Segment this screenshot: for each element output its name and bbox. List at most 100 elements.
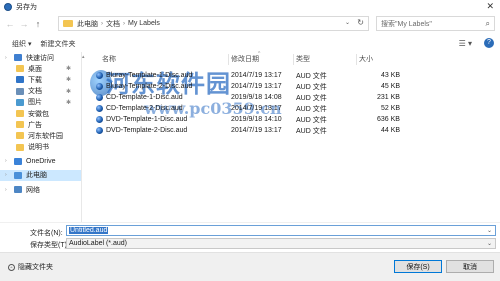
nav-item-folder[interactable]: 说明书 (0, 142, 81, 153)
nav-item-quick-access[interactable]: › 快速访问 (0, 52, 81, 63)
pin-icon[interactable]: ✱ (66, 88, 71, 95)
nav-item-label: 河东软件园 (28, 132, 63, 140)
column-header-type[interactable]: 类型 (296, 52, 358, 66)
window-title: 另存为 (16, 3, 37, 11)
filename-label: 文件名(N): (30, 230, 63, 237)
nav-item-label: 网络 (26, 186, 40, 194)
breadcrumb-item[interactable]: 此电脑 (77, 19, 98, 29)
column-header-label: 修改日期 (231, 56, 259, 63)
file-size: 52 KB (381, 105, 401, 112)
nav-item-network[interactable]: › 网络 (0, 184, 81, 195)
file-date: 2014/7/19 13:17 (231, 72, 282, 79)
table-row[interactable]: DVD-Template-2-Disc.aud 2014/7/19 13:17 … (96, 125, 406, 136)
file-size: 231 KB (377, 94, 400, 101)
nav-item-downloads[interactable]: 下载 ✱ (0, 74, 81, 85)
folder-icon (16, 121, 24, 129)
breadcrumb-item[interactable]: My Labels (128, 20, 160, 27)
nav-item-onedrive[interactable]: › OneDrive (0, 156, 81, 167)
network-icon (14, 186, 22, 194)
nav-item-folder[interactable]: 广告 (0, 119, 81, 130)
chevron-right-icon[interactable]: › (123, 21, 125, 27)
dialog-footer: ^ 隐藏文件夹 保存(S) 取消 (0, 252, 500, 281)
nav-item-folder[interactable]: 安徽包 (0, 108, 81, 119)
pin-icon[interactable]: ✱ (66, 76, 71, 83)
column-divider[interactable] (228, 54, 229, 65)
onedrive-icon (14, 157, 22, 165)
file-size: 45 KB (381, 83, 401, 90)
table-row[interactable]: CD-Template-1-Disc.aud 2019/9/18 14:08 A… (96, 92, 406, 103)
back-icon[interactable]: ← (3, 17, 17, 31)
organize-button[interactable]: 组织 ▾ (12, 39, 31, 49)
breadcrumb[interactable]: 此电脑 › 文档 › My Labels ⌄ ↻ (58, 16, 369, 31)
cancel-button[interactable]: 取消 (446, 260, 494, 273)
chevron-right-icon[interactable]: › (101, 21, 103, 27)
file-size: 44 KB (381, 127, 401, 134)
file-date: 2014/7/19 13:17 (231, 105, 282, 112)
aud-file-icon (96, 72, 103, 79)
nav-item-label: 广告 (28, 121, 42, 129)
nav-item-pictures[interactable]: 图片 ✱ (0, 97, 81, 108)
column-header-date[interactable]: 修改日期 (231, 52, 295, 66)
column-divider[interactable] (356, 54, 357, 65)
breadcrumb-item[interactable]: 文档 (106, 19, 120, 29)
pin-icon[interactable]: ✱ (66, 99, 71, 106)
column-header-size[interactable]: 大小 (359, 52, 399, 66)
column-header-name[interactable]: 名称 (102, 52, 230, 66)
nav-item-documents[interactable]: 文档 ✱ (0, 86, 81, 97)
column-header-label: 名称 (102, 56, 116, 63)
search-input[interactable]: 搜索"My Labels" ⌕ (376, 16, 495, 31)
chevron-down-icon[interactable]: ⌄ (345, 19, 350, 26)
scroll-up-icon[interactable]: ▴ (82, 54, 85, 60)
help-icon[interactable]: ? (484, 38, 494, 48)
view-options-icon[interactable]: ☰ ▾ (459, 39, 472, 48)
aud-file-icon (96, 83, 103, 90)
chevron-icon[interactable]: › (5, 55, 11, 61)
nav-item-folder[interactable]: 河东软件园 (0, 130, 81, 141)
filetype-select[interactable]: AudioLabel (*.aud) ⌄ (66, 238, 496, 249)
folder-icon (16, 110, 24, 118)
chevron-down-icon[interactable]: ⌄ (487, 227, 492, 234)
hide-folders-toggle[interactable]: ^ 隐藏文件夹 (8, 262, 53, 272)
forward-icon[interactable]: → (17, 17, 31, 31)
table-row[interactable]: Bluray-Template-1-Disc.aud 2014/7/19 13:… (96, 70, 406, 81)
chevron-icon[interactable]: › (5, 158, 11, 164)
nav-item-this-pc[interactable]: › 此电脑 (0, 169, 81, 182)
refresh-icon[interactable]: ↻ (357, 18, 364, 27)
title-bar: 另存为 ✕ (0, 0, 500, 13)
file-type: AUD 文件 (296, 94, 327, 102)
aud-file-icon (96, 105, 103, 112)
file-name: Bluray-Template-2-Disc.aud (106, 83, 193, 90)
search-icon[interactable]: ⌕ (486, 19, 490, 29)
pin-icon[interactable]: ✱ (66, 65, 71, 72)
folder-icon (16, 132, 24, 140)
up-icon[interactable]: ↑ (31, 17, 45, 31)
filename-input[interactable]: Untitled.aud ⌄ (66, 225, 496, 236)
column-header-label: 类型 (296, 56, 310, 63)
nav-item-label: 下载 (28, 76, 42, 84)
nav-item-desktop[interactable]: 桌面 ✱ (0, 63, 81, 74)
chevron-down-icon[interactable]: ⌄ (487, 240, 492, 247)
documents-icon (16, 87, 24, 95)
new-folder-button[interactable]: 新建文件夹 (40, 39, 75, 49)
desktop-icon (16, 65, 24, 73)
table-row[interactable]: Bluray-Template-2-Disc.aud 2014/7/19 13:… (96, 81, 406, 92)
search-placeholder: 搜索"My Labels" (381, 20, 432, 28)
table-row[interactable]: DVD-Template-1-Disc.aud 2019/9/18 14:10 … (96, 114, 406, 125)
nav-item-label: 安徽包 (28, 110, 49, 118)
file-type: AUD 文件 (296, 72, 327, 80)
file-date: 2014/7/19 13:17 (231, 127, 282, 134)
file-size: 636 KB (377, 116, 400, 123)
chevron-icon[interactable]: › (5, 172, 11, 178)
table-row[interactable]: CD-Template-2-Disc.aud 2014/7/19 13:17 A… (96, 103, 406, 114)
save-button[interactable]: 保存(S) (394, 260, 442, 273)
file-date: 2014/7/19 13:17 (231, 83, 282, 90)
file-name: CD-Template-2-Disc.aud (106, 105, 183, 112)
nav-item-label: 快速访问 (26, 54, 54, 62)
filetype-value: AudioLabel (*.aud) (69, 240, 127, 247)
file-name: Bluray-Template-1-Disc.aud (106, 72, 193, 79)
close-icon[interactable]: ✕ (486, 1, 494, 12)
aud-file-icon (96, 116, 103, 123)
filename-value[interactable]: Untitled.aud (69, 227, 109, 234)
chevron-icon[interactable]: › (5, 187, 11, 193)
column-divider[interactable] (293, 54, 294, 65)
